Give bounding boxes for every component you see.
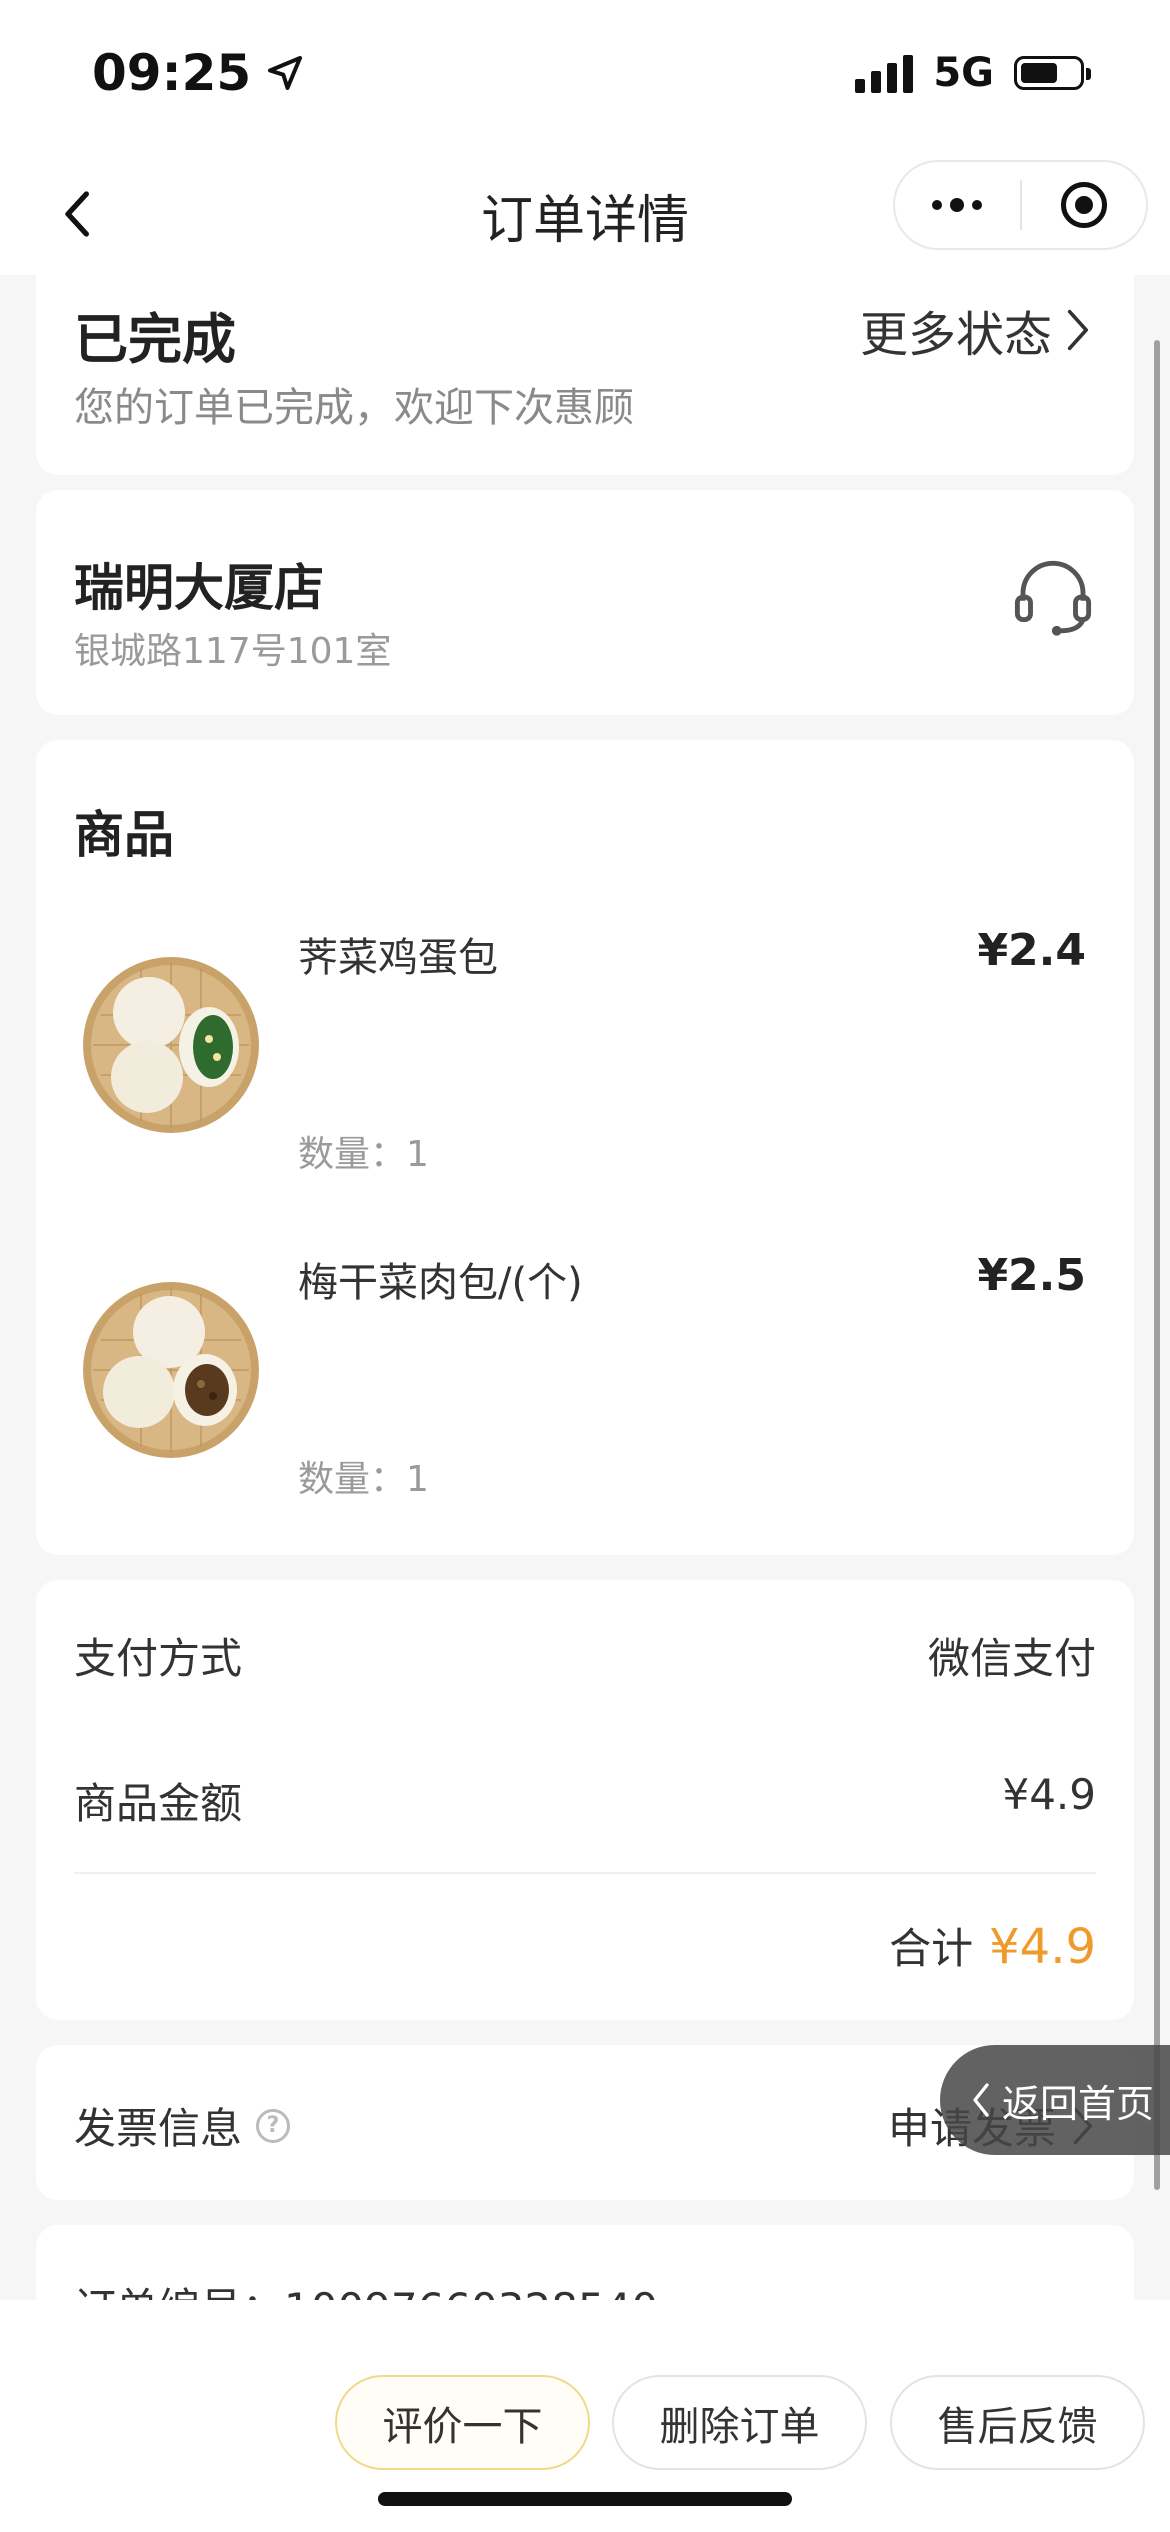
after-sale-feedback-button[interactable]: 售后反馈 [890, 2375, 1145, 2470]
network-type: 5G [933, 50, 994, 96]
payment-card: 支付方式 微信支付 商品金额 ¥4.9 合计 ¥4.9 [36, 1580, 1134, 2020]
product-image-preserved-vegetable-pork-bun [83, 1282, 259, 1458]
store-card: 瑞明大厦店 银城路117号101室 [36, 490, 1134, 715]
status-bar: 09:25 5G [0, 0, 1170, 150]
more-status-label: 更多状态 [859, 307, 1052, 363]
goods-section-title: 商品 [74, 806, 174, 864]
review-button[interactable]: 评价一下 [335, 2375, 590, 2470]
total-row: 合计 ¥4.9 [889, 1915, 1096, 1976]
divider [74, 1872, 1096, 1874]
order-number: 订单编号：10097660328540 [74, 2275, 658, 2300]
store-address: 银城路117号101室 [74, 631, 392, 672]
total-label: 合计 [889, 1924, 974, 1973]
order-info-card: 订单编号：10097660328540 [36, 2225, 1134, 2300]
location-arrow-icon [268, 56, 303, 90]
chevron-left-icon [973, 2083, 989, 2117]
product-image-shepherds-purse-bun [83, 957, 259, 1133]
status-time: 09:25 [92, 44, 305, 102]
time-text: 09:25 [92, 44, 252, 102]
order-status-title: 已完成 [74, 308, 236, 371]
scrollbar[interactable] [1154, 340, 1160, 2190]
return-home-label: 返回首页 [1002, 2081, 1155, 2126]
more-status-link[interactable]: 更多状态 [860, 295, 1090, 365]
return-home-button[interactable]: 返回首页 [940, 2045, 1170, 2155]
more-dots-icon [932, 198, 983, 212]
goods-card: 商品 荠菜鸡蛋包 ¥2.4 数量：1 梅干菜肉包/(个) ¥2.5 数量：1 [36, 740, 1134, 1555]
help-icon[interactable]: ? [256, 2108, 291, 2143]
goods-item[interactable]: 梅干菜肉包/(个) ¥2.5 数量：1 [36, 1250, 1134, 1530]
product-name: 荠菜鸡蛋包 [298, 935, 498, 981]
order-status-subtitle: 您的订单已完成，欢迎下次惠顾 [74, 385, 634, 431]
scroll-content[interactable]: 已完成 更多状态 您的订单已完成，欢迎下次惠顾 瑞明大厦店 银城路117号101… [0, 275, 1170, 2300]
order-status-card: 已完成 更多状态 您的订单已完成，欢迎下次惠顾 [36, 275, 1134, 475]
invoice-label: 发票信息 [74, 2104, 243, 2153]
product-price: ¥2.5 [977, 1250, 1086, 1301]
nav-bar: 订单详情 [0, 150, 1170, 275]
home-indicator[interactable] [378, 2492, 792, 2506]
delete-order-button[interactable]: 删除订单 [612, 2375, 867, 2470]
goods-amount-value: ¥4.9 [1002, 1770, 1096, 1819]
product-quantity: 数量：1 [298, 1134, 429, 1175]
goods-item[interactable]: 荠菜鸡蛋包 ¥2.4 数量：1 [36, 925, 1134, 1205]
chevron-right-icon [1067, 309, 1088, 351]
target-icon [1060, 182, 1107, 228]
total-value: ¥4.9 [989, 1919, 1096, 1975]
order-detail-screen: 09:25 5G 订单详情 已完成 更多状态 您的订单已完成，欢迎下次惠顾 瑞明… [0, 0, 1170, 2532]
more-menu-button[interactable] [895, 162, 1020, 248]
product-price: ¥2.4 [977, 925, 1086, 976]
signal-icon [855, 53, 914, 93]
invoice-label-group: 发票信息 ? [74, 2095, 291, 2156]
customer-service-headset-icon[interactable] [1008, 552, 1098, 642]
product-quantity: 数量：1 [298, 1459, 429, 1500]
status-indicators: 5G [855, 50, 1091, 96]
payment-method-value: 微信支付 [927, 1634, 1096, 1683]
store-name: 瑞明大厦店 [74, 559, 324, 617]
payment-method-label: 支付方式 [74, 1634, 243, 1683]
miniprogram-capsule [893, 160, 1148, 250]
battery-icon [1014, 56, 1091, 90]
close-miniprogram-button[interactable] [1022, 162, 1147, 248]
goods-amount-label: 商品金额 [74, 1779, 243, 1828]
bottom-action-bar: 评价一下 删除订单 售后反馈 [0, 2300, 1170, 2532]
product-name: 梅干菜肉包/(个) [298, 1260, 583, 1306]
